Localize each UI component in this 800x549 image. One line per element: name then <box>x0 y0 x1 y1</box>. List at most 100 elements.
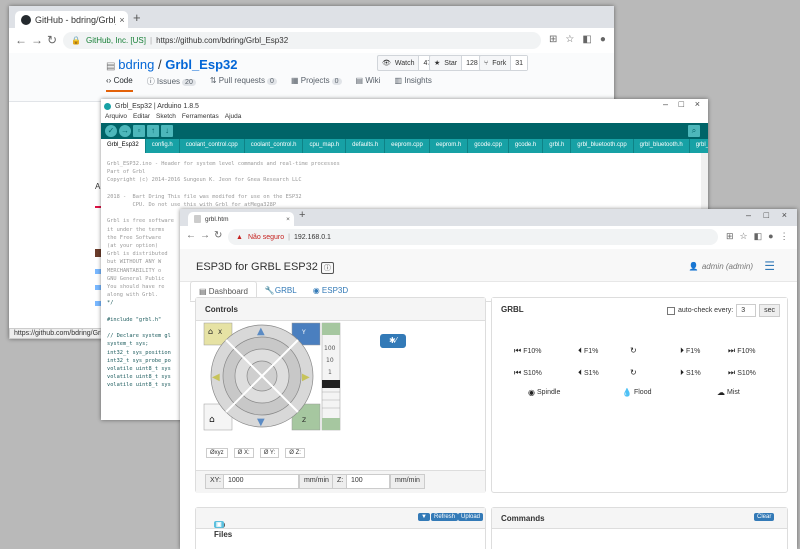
maximize-icon[interactable]: □ <box>679 99 684 109</box>
sd-filter-button[interactable]: ▼ <box>418 513 430 521</box>
hamburger-menu-icon[interactable]: ☰ <box>764 259 775 273</box>
close-icon[interactable]: × <box>695 99 700 109</box>
macro-button[interactable]: ✱⁄ <box>380 334 406 348</box>
z-jog-column[interactable] <box>322 323 340 430</box>
open-icon[interactable]: ↑ <box>147 125 159 137</box>
auto-check-input[interactable]: 3 <box>736 304 756 317</box>
translate-icon[interactable]: ⊞ <box>726 231 734 242</box>
github-browser-tab[interactable]: GitHub - bdring/Grbl_Esp32: A p × <box>15 11 128 28</box>
star-button[interactable]: ★Star 128 <box>429 55 483 71</box>
sd-refresh-button[interactable]: Refresh <box>431 513 458 521</box>
lock-icon: 🔒 <box>71 36 81 45</box>
fork-button[interactable]: ⑂Fork 31 <box>479 55 528 71</box>
arduino-file-tab[interactable]: grbl.h <box>543 139 571 153</box>
arduino-file-tab[interactable]: defaults.h <box>346 139 385 153</box>
grbl-override-button[interactable]: ⏭F10% <box>728 346 756 356</box>
grbl-override-button[interactable]: ⏭S10% <box>728 368 756 378</box>
grbl-override-button[interactable]: ◉Spindle <box>528 388 560 397</box>
forward-icon[interactable]: → <box>31 33 43 47</box>
verify-icon[interactable]: ✓ <box>105 125 117 137</box>
grbl-override-button[interactable]: ⏵F1% <box>680 346 700 356</box>
reload-icon[interactable]: ↻ <box>214 230 222 241</box>
zero-y-button[interactable]: Ø Y: <box>260 448 280 458</box>
arduino-file-tab[interactable]: coolant_control.h <box>245 139 304 153</box>
tab-pull-requests[interactable]: ⇅ Pull requests0 <box>210 76 277 92</box>
grbl-override-button[interactable]: ↻ <box>630 368 639 377</box>
profile-icon[interactable]: ● <box>600 34 606 45</box>
menu-editar[interactable]: Editar <box>133 113 150 123</box>
arduino-file-tab[interactable]: coolant_control.cpp <box>180 139 245 153</box>
arduino-file-tab[interactable]: grbl_bluetooth.cpp <box>571 139 633 153</box>
translate-icon[interactable]: ⊞ <box>549 34 557 45</box>
fork-count[interactable]: 31 <box>510 56 527 70</box>
minimize-icon[interactable]: – <box>663 99 668 109</box>
sd-upload-button[interactable]: Upload <box>458 513 483 521</box>
menu-icon[interactable]: ⋮ <box>780 231 789 242</box>
arduino-file-tab[interactable]: grbl_bluetooth.h <box>634 139 690 153</box>
close-icon[interactable]: × <box>282 216 294 223</box>
upload-icon[interactable]: → <box>119 125 131 137</box>
arduino-file-tab[interactable]: config.h <box>146 139 180 153</box>
extension-icon[interactable]: ◧ <box>582 34 591 45</box>
commands-clear-button[interactable]: Clear <box>754 513 774 521</box>
grbl-override-button[interactable]: ⏴S1% <box>578 368 599 378</box>
star-bookmark-icon[interactable]: ☆ <box>740 231 748 242</box>
menu-ferramentas[interactable]: Ferramentas <box>182 113 219 123</box>
grbl-override-button[interactable]: ⏮F10% <box>514 346 542 356</box>
menu-ajuda[interactable]: Ajuda <box>225 113 242 123</box>
zero-x-button[interactable]: Ø X: <box>234 448 254 458</box>
grbl-override-button[interactable]: ⏴F1% <box>578 346 598 356</box>
tab-code[interactable]: ‹› Code <box>106 76 133 92</box>
arduino-file-tab[interactable]: eeprom.cpp <box>385 139 430 153</box>
repo-name-link[interactable]: Grbl_Esp32 <box>165 57 237 72</box>
xy-feedrate-input[interactable]: 1000 <box>223 474 299 489</box>
z-feedrate-input[interactable]: 100 <box>346 474 390 489</box>
esp3d-browser-tab[interactable]: grbl.htm × <box>188 212 294 226</box>
esp3d-brand[interactable]: ESP3D for GRBL ESP32ⓘ <box>196 261 334 274</box>
save-icon[interactable]: ↓ <box>161 125 173 137</box>
zero-all-button[interactable]: Øxyz <box>206 448 228 458</box>
tab-projects[interactable]: ▦ Projects0 <box>291 76 342 92</box>
arduino-file-tab[interactable]: cpu_map.h <box>303 139 346 153</box>
esp3d-address-bar[interactable]: ▲ Não seguro | 192.168.0.1 <box>228 229 718 245</box>
minimize-icon[interactable]: – <box>746 210 751 220</box>
arduino-file-tab[interactable]: grbl_sd.cpp <box>690 139 708 153</box>
new-tab-icon[interactable]: + <box>299 209 305 221</box>
menu-arquivo[interactable]: Arquivo <box>105 113 127 123</box>
grbl-override-button[interactable]: 💧Flood <box>622 388 651 397</box>
tab-insights[interactable]: ▥ Insights <box>394 76 431 92</box>
arduino-file-tab[interactable]: Grbl_Esp32 <box>101 139 146 153</box>
grbl-override-button[interactable]: ⏵S1% <box>680 368 701 378</box>
grbl-override-button[interactable]: ☁Mist <box>717 388 740 397</box>
menu-sketch[interactable]: Sketch <box>156 113 176 123</box>
tab-issues[interactable]: ⓘ Issues20 <box>147 76 196 92</box>
back-icon[interactable]: ← <box>15 33 27 47</box>
extension-icon[interactable]: ◧ <box>754 231 763 242</box>
close-icon[interactable]: × <box>116 15 128 25</box>
serial-monitor-icon[interactable]: ⌕ <box>688 125 700 137</box>
grbl-override-button[interactable]: ↻ <box>630 346 639 355</box>
url-text: 192.168.0.1 <box>294 234 331 241</box>
arduino-file-tab[interactable]: gcode.h <box>509 139 543 153</box>
user-info[interactable]: 👤admin (admin) <box>689 262 753 271</box>
arduino-file-tab[interactable]: eeprom.h <box>430 139 468 153</box>
tab-wiki[interactable]: ▤ Wiki <box>356 76 381 92</box>
github-address-bar[interactable]: 🔒 GitHub, Inc. [US] | https://github.com… <box>63 32 541 49</box>
profile-icon[interactable]: ● <box>768 231 773 242</box>
maximize-icon[interactable]: □ <box>764 210 769 220</box>
new-file-icon[interactable]: ▫ <box>133 125 145 137</box>
zero-z-button[interactable]: Ø Z: <box>285 448 305 458</box>
star-bookmark-icon[interactable]: ☆ <box>565 34 574 45</box>
jog-pad[interactable]: ⌂ X Y ⌂ Z ▲ ▼ ◀ ▶ 100 10 1 <box>202 320 342 436</box>
grbl-override-button[interactable]: ⏮S10% <box>514 368 542 378</box>
back-icon[interactable]: ← <box>186 230 196 241</box>
info-icon[interactable]: ⓘ <box>321 262 334 274</box>
watch-button[interactable]: 👁Watch 47 <box>377 55 436 71</box>
new-tab-icon[interactable]: + <box>133 10 141 25</box>
forward-icon[interactable]: → <box>200 230 210 241</box>
arduino-file-tab[interactable]: gcode.cpp <box>468 139 509 153</box>
reload-icon[interactable]: ↻ <box>47 33 57 47</box>
auto-check-checkbox[interactable] <box>667 307 675 315</box>
repo-owner-link[interactable]: bdring <box>118 57 154 72</box>
close-icon[interactable]: × <box>782 210 787 220</box>
